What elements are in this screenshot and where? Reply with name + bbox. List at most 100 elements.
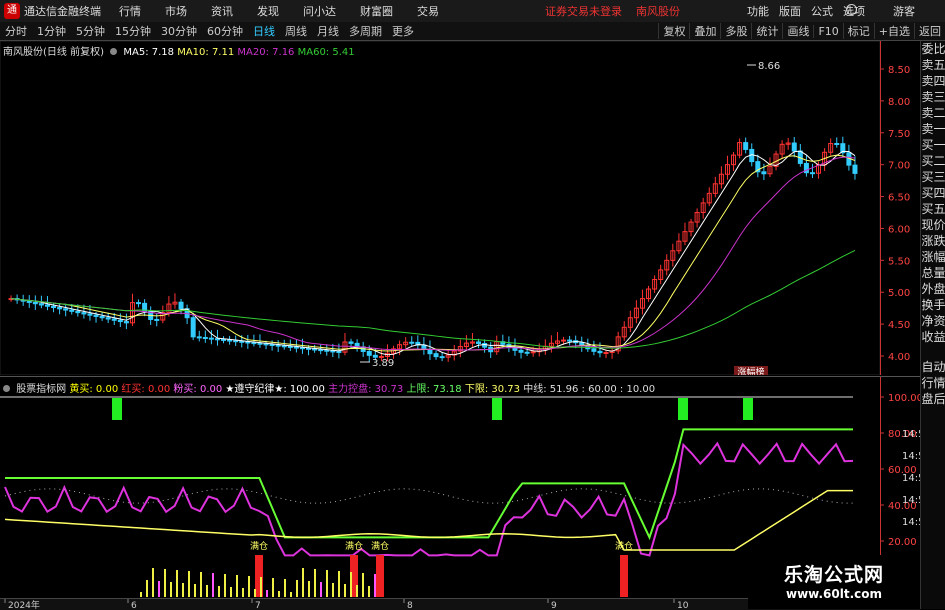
quote-field-21[interactable]: 盘后 (921, 391, 945, 407)
menu-ask[interactable]: 问小达 (303, 3, 336, 19)
signal-tick (320, 582, 322, 597)
candle-body (75, 310, 81, 314)
tab-mark[interactable]: 标记 (842, 23, 874, 39)
candle-body (257, 342, 263, 345)
candlestick-chart[interactable]: 8.66 3.89 涨幅榜 (0, 41, 880, 375)
candle-body (214, 338, 220, 341)
quote-field-20[interactable]: 行情 (921, 375, 945, 391)
tab-stats[interactable]: 统计 (751, 23, 782, 39)
tab-monthly[interactable]: 月线 (312, 23, 344, 39)
signal-tick (266, 590, 268, 597)
menu-discover[interactable]: 发现 (257, 3, 279, 19)
ma10-line (10, 154, 856, 352)
indicator-time-label: 14:50 (902, 451, 920, 462)
ma5-line (10, 150, 856, 356)
signal-tick (194, 584, 196, 597)
menu-formula[interactable]: 公式 (811, 3, 833, 19)
full-position-bar (620, 555, 628, 597)
watermark-title: 乐淘公式网 (783, 564, 884, 586)
ma-toggle-icon[interactable] (110, 48, 118, 55)
candle-body (81, 312, 87, 315)
signal-tick (158, 581, 160, 597)
menu-quotes[interactable]: 行情 (119, 3, 141, 19)
tab-daily[interactable]: 日线 (248, 23, 280, 39)
candle-body (202, 337, 208, 340)
candle-body (26, 300, 32, 303)
candle-body (299, 347, 305, 350)
tab-add-favorite[interactable]: +自选 (873, 23, 914, 39)
candle-body (263, 343, 269, 346)
candle-body (227, 339, 233, 342)
candle-body (567, 339, 573, 342)
tab-multi-period[interactable]: 多周期 (344, 23, 387, 39)
candle-body (233, 340, 239, 343)
signal-tick (284, 579, 286, 597)
upper-limit-line (5, 428, 853, 541)
indicator-tick-label: 100.00 (888, 393, 920, 404)
login-status: 证券交易未登录 (545, 5, 622, 18)
candle-body (306, 347, 312, 350)
tab-back[interactable]: 返回 (914, 23, 945, 39)
high-price-label: 8.66 (758, 61, 780, 72)
tab-f10[interactable]: F10 (813, 24, 842, 38)
quote-field-1: 卖五 (921, 58, 945, 72)
candle-body (372, 354, 378, 358)
signal-tick (374, 574, 376, 597)
menu-news[interactable]: 资讯 (211, 3, 233, 19)
tab-30min[interactable]: 30分钟 (156, 23, 202, 39)
ma60-line (10, 250, 856, 349)
candle-body (190, 317, 196, 338)
candle-body (603, 352, 609, 355)
menu-trade[interactable]: 交易 (417, 3, 439, 19)
candle-body (330, 350, 336, 353)
candle-body (409, 341, 415, 344)
price-tick-label: 5.00 (888, 288, 910, 299)
menu-function[interactable]: 功能 (747, 3, 769, 19)
signal-tick (326, 570, 328, 597)
signal-tick (338, 571, 340, 597)
candle-body (561, 339, 567, 342)
signal-tick (200, 572, 202, 597)
candle-body (93, 314, 99, 317)
signal-tick (254, 589, 256, 597)
signal-green-block (112, 398, 122, 420)
menu-market[interactable]: 市场 (165, 3, 187, 19)
indicator-time-label: 14:50 (902, 517, 920, 528)
guest-label[interactable]: 游客 (893, 3, 915, 19)
period-tabs: 分时 1分钟 5分钟 15分钟 30分钟 60分钟 日线 周线 月线 多周期 更… (0, 22, 945, 41)
ma20-label: MA20: 7.16 (237, 47, 295, 58)
signal-tick (212, 573, 214, 597)
tab-15min[interactable]: 15分钟 (110, 23, 156, 39)
tab-intraday[interactable]: 分时 (0, 23, 32, 39)
menu-layout[interactable]: 版面 (779, 3, 801, 19)
candle-body (38, 303, 44, 306)
signal-tick (260, 577, 262, 597)
tab-overlay[interactable]: 叠加 (689, 23, 720, 39)
price-tick-label: 8.00 (888, 97, 910, 108)
tab-multi-stock[interactable]: 多股 (720, 23, 751, 39)
tab-5min[interactable]: 5分钟 (71, 23, 110, 39)
signal-tick (308, 581, 310, 597)
tab-adjust[interactable]: 复权 (658, 23, 689, 39)
candle-body (69, 309, 75, 312)
quote-field-19[interactable]: 自动 (921, 359, 945, 375)
tab-60min[interactable]: 60分钟 (202, 23, 248, 39)
tab-draw[interactable]: 画线 (782, 23, 813, 39)
full-position-label: 满仓 (345, 540, 363, 552)
candle-body (312, 348, 318, 351)
candle-body (427, 348, 433, 355)
signal-tick (176, 570, 178, 597)
price-tick-label: 4.50 (888, 320, 910, 331)
tab-1min[interactable]: 1分钟 (32, 23, 71, 39)
tab-more[interactable]: 更多 (387, 23, 419, 39)
quote-field-13: 涨幅 (921, 250, 945, 264)
signal-tick (332, 583, 334, 597)
menu-options[interactable]: 选项 (843, 3, 865, 19)
candle-body (439, 356, 445, 359)
menu-wealth[interactable]: 财富圈 (360, 3, 393, 19)
signal-tick (170, 582, 172, 597)
signal-tick (368, 586, 370, 597)
candle-body (318, 349, 324, 352)
candle-body (476, 341, 482, 345)
tab-weekly[interactable]: 周线 (280, 23, 312, 39)
